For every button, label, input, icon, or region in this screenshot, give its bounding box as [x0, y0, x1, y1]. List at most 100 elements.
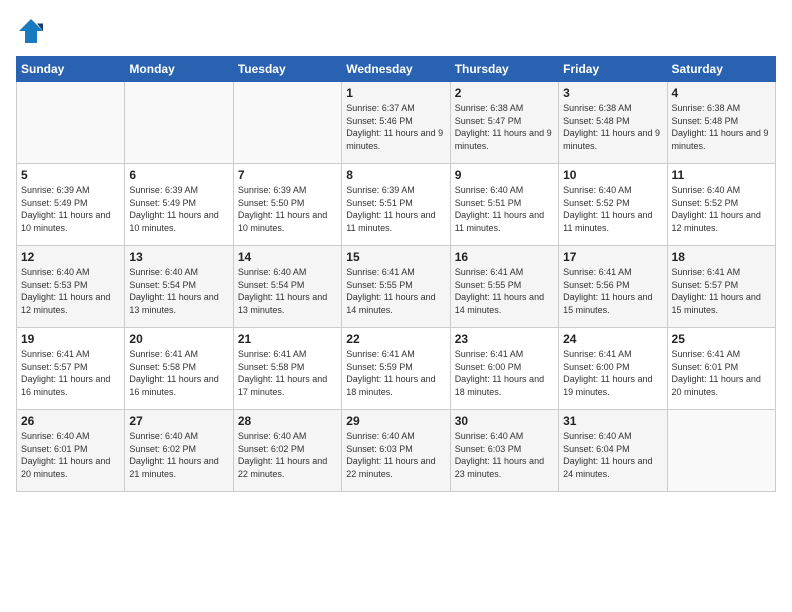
day-info: Sunrise: 6:41 AM Sunset: 5:56 PM Dayligh…: [563, 266, 662, 316]
day-number: 18: [672, 250, 771, 264]
calendar-cell: 31Sunrise: 6:40 AM Sunset: 6:04 PM Dayli…: [559, 410, 667, 492]
calendar-cell: 20Sunrise: 6:41 AM Sunset: 5:58 PM Dayli…: [125, 328, 233, 410]
calendar-week-row: 26Sunrise: 6:40 AM Sunset: 6:01 PM Dayli…: [17, 410, 776, 492]
day-info: Sunrise: 6:39 AM Sunset: 5:49 PM Dayligh…: [129, 184, 228, 234]
calendar-cell: 6 Sunrise: 6:39 AM Sunset: 5:49 PM Daylig…: [125, 164, 233, 246]
page: Sunday Monday Tuesday Wednesday Thursday…: [0, 0, 792, 612]
day-number: 5: [21, 168, 120, 182]
day-number: 26: [21, 414, 120, 428]
day-info: Sunrise: 6:40 AM Sunset: 5:54 PM Dayligh…: [129, 266, 228, 316]
day-number: 30: [455, 414, 554, 428]
header-saturday: Saturday: [667, 57, 775, 82]
day-number: 24: [563, 332, 662, 346]
header-tuesday: Tuesday: [233, 57, 341, 82]
day-info: Sunrise: 6:40 AM Sunset: 5:53 PM Dayligh…: [21, 266, 120, 316]
day-info: Sunrise: 6:41 AM Sunset: 5:55 PM Dayligh…: [455, 266, 554, 316]
day-number: 17: [563, 250, 662, 264]
day-number: 16: [455, 250, 554, 264]
day-number: 27: [129, 414, 228, 428]
day-number: 9: [455, 168, 554, 182]
day-info: Sunrise: 6:40 AM Sunset: 5:52 PM Dayligh…: [563, 184, 662, 234]
day-info: Sunrise: 6:41 AM Sunset: 5:57 PM Dayligh…: [672, 266, 771, 316]
calendar-week-row: 12Sunrise: 6:40 AM Sunset: 5:53 PM Dayli…: [17, 246, 776, 328]
calendar-cell: 8 Sunrise: 6:39 AM Sunset: 5:51 PM Daylig…: [342, 164, 450, 246]
calendar-cell: 19 Sunrise: 6:41 AM Sunset: 5:57 PM Dayli…: [17, 328, 125, 410]
day-info: Sunrise: 6:39 AM Sunset: 5:49 PM Dayligh…: [21, 184, 120, 234]
day-number: 19: [21, 332, 120, 346]
calendar-cell: [667, 410, 775, 492]
calendar-cell: [233, 82, 341, 164]
calendar-body: 1 Sunrise: 6:37 AM Sunset: 5:46 PM Daylig…: [17, 82, 776, 492]
calendar-cell: 17 Sunrise: 6:41 AM Sunset: 5:56 PM Dayli…: [559, 246, 667, 328]
calendar-cell: 7Sunrise: 6:39 AM Sunset: 5:50 PM Daylig…: [233, 164, 341, 246]
calendar-cell: 2Sunrise: 6:38 AM Sunset: 5:47 PM Daylig…: [450, 82, 558, 164]
calendar-week-row: 5 Sunrise: 6:39 AM Sunset: 5:49 PM Daylig…: [17, 164, 776, 246]
header-monday: Monday: [125, 57, 233, 82]
calendar-cell: 28Sunrise: 6:40 AM Sunset: 6:02 PM Dayli…: [233, 410, 341, 492]
day-number: 8: [346, 168, 445, 182]
day-number: 31: [563, 414, 662, 428]
day-info: Sunrise: 6:38 AM Sunset: 5:47 PM Dayligh…: [455, 102, 554, 152]
calendar-table: Sunday Monday Tuesday Wednesday Thursday…: [16, 56, 776, 492]
day-info: Sunrise: 6:40 AM Sunset: 5:54 PM Dayligh…: [238, 266, 337, 316]
day-info: Sunrise: 6:40 AM Sunset: 6:03 PM Dayligh…: [455, 430, 554, 480]
day-info: Sunrise: 6:38 AM Sunset: 5:48 PM Dayligh…: [563, 102, 662, 152]
calendar-cell: 14 Sunrise: 6:40 AM Sunset: 5:54 PM Dayli…: [233, 246, 341, 328]
calendar-cell: 12Sunrise: 6:40 AM Sunset: 5:53 PM Dayli…: [17, 246, 125, 328]
day-number: 7: [238, 168, 337, 182]
day-info: Sunrise: 6:41 AM Sunset: 6:01 PM Dayligh…: [672, 348, 771, 398]
calendar-cell: 15 Sunrise: 6:41 AM Sunset: 5:55 PM Dayli…: [342, 246, 450, 328]
day-info: Sunrise: 6:41 AM Sunset: 5:58 PM Dayligh…: [129, 348, 228, 398]
calendar-cell: 1 Sunrise: 6:37 AM Sunset: 5:46 PM Daylig…: [342, 82, 450, 164]
calendar-cell: 24Sunrise: 6:41 AM Sunset: 6:00 PM Dayli…: [559, 328, 667, 410]
day-number: 14: [238, 250, 337, 264]
calendar-cell: 29 Sunrise: 6:40 AM Sunset: 6:03 PM Dayli…: [342, 410, 450, 492]
day-number: 29: [346, 414, 445, 428]
calendar-week-row: 1 Sunrise: 6:37 AM Sunset: 5:46 PM Daylig…: [17, 82, 776, 164]
day-number: 4: [672, 86, 771, 100]
day-number: 1: [346, 86, 445, 100]
day-number: 3: [563, 86, 662, 100]
day-info: Sunrise: 6:39 AM Sunset: 5:51 PM Dayligh…: [346, 184, 445, 234]
day-number: 11: [672, 168, 771, 182]
logo: [16, 16, 50, 46]
day-number: 13: [129, 250, 228, 264]
day-info: Sunrise: 6:41 AM Sunset: 5:55 PM Dayligh…: [346, 266, 445, 316]
day-info: Sunrise: 6:40 AM Sunset: 5:51 PM Dayligh…: [455, 184, 554, 234]
day-number: 25: [672, 332, 771, 346]
day-info: Sunrise: 6:37 AM Sunset: 5:46 PM Dayligh…: [346, 102, 445, 152]
calendar-week-row: 19 Sunrise: 6:41 AM Sunset: 5:57 PM Dayli…: [17, 328, 776, 410]
calendar-cell: 30 Sunrise: 6:40 AM Sunset: 6:03 PM Dayli…: [450, 410, 558, 492]
day-info: Sunrise: 6:41 AM Sunset: 5:59 PM Dayligh…: [346, 348, 445, 398]
calendar-cell: 27 Sunrise: 6:40 AM Sunset: 6:02 PM Dayli…: [125, 410, 233, 492]
calendar-cell: 23 Sunrise: 6:41 AM Sunset: 6:00 PM Dayli…: [450, 328, 558, 410]
day-info: Sunrise: 6:40 AM Sunset: 6:03 PM Dayligh…: [346, 430, 445, 480]
day-info: Sunrise: 6:41 AM Sunset: 5:57 PM Dayligh…: [21, 348, 120, 398]
day-number: 10: [563, 168, 662, 182]
calendar-cell: 13 Sunrise: 6:40 AM Sunset: 5:54 PM Dayli…: [125, 246, 233, 328]
day-info: Sunrise: 6:40 AM Sunset: 6:02 PM Dayligh…: [129, 430, 228, 480]
day-number: 22: [346, 332, 445, 346]
calendar-cell: 18 Sunrise: 6:41 AM Sunset: 5:57 PM Dayli…: [667, 246, 775, 328]
calendar-cell: 26Sunrise: 6:40 AM Sunset: 6:01 PM Dayli…: [17, 410, 125, 492]
day-info: Sunrise: 6:40 AM Sunset: 5:52 PM Dayligh…: [672, 184, 771, 234]
day-number: 28: [238, 414, 337, 428]
calendar-cell: 21 Sunrise: 6:41 AM Sunset: 5:58 PM Dayli…: [233, 328, 341, 410]
header: [16, 16, 776, 46]
day-number: 21: [238, 332, 337, 346]
calendar-cell: 22 Sunrise: 6:41 AM Sunset: 5:59 PM Dayli…: [342, 328, 450, 410]
logo-icon: [16, 16, 46, 46]
calendar-cell: 25 Sunrise: 6:41 AM Sunset: 6:01 PM Dayli…: [667, 328, 775, 410]
day-info: Sunrise: 6:41 AM Sunset: 5:58 PM Dayligh…: [238, 348, 337, 398]
day-number: 6: [129, 168, 228, 182]
calendar-cell: 4 Sunrise: 6:38 AM Sunset: 5:48 PM Daylig…: [667, 82, 775, 164]
day-number: 15: [346, 250, 445, 264]
calendar-cell: 10 Sunrise: 6:40 AM Sunset: 5:52 PM Dayli…: [559, 164, 667, 246]
header-friday: Friday: [559, 57, 667, 82]
calendar-cell: 5 Sunrise: 6:39 AM Sunset: 5:49 PM Daylig…: [17, 164, 125, 246]
day-info: Sunrise: 6:38 AM Sunset: 5:48 PM Dayligh…: [672, 102, 771, 152]
day-number: 23: [455, 332, 554, 346]
header-thursday: Thursday: [450, 57, 558, 82]
day-info: Sunrise: 6:41 AM Sunset: 6:00 PM Dayligh…: [455, 348, 554, 398]
calendar-cell: 9 Sunrise: 6:40 AM Sunset: 5:51 PM Daylig…: [450, 164, 558, 246]
